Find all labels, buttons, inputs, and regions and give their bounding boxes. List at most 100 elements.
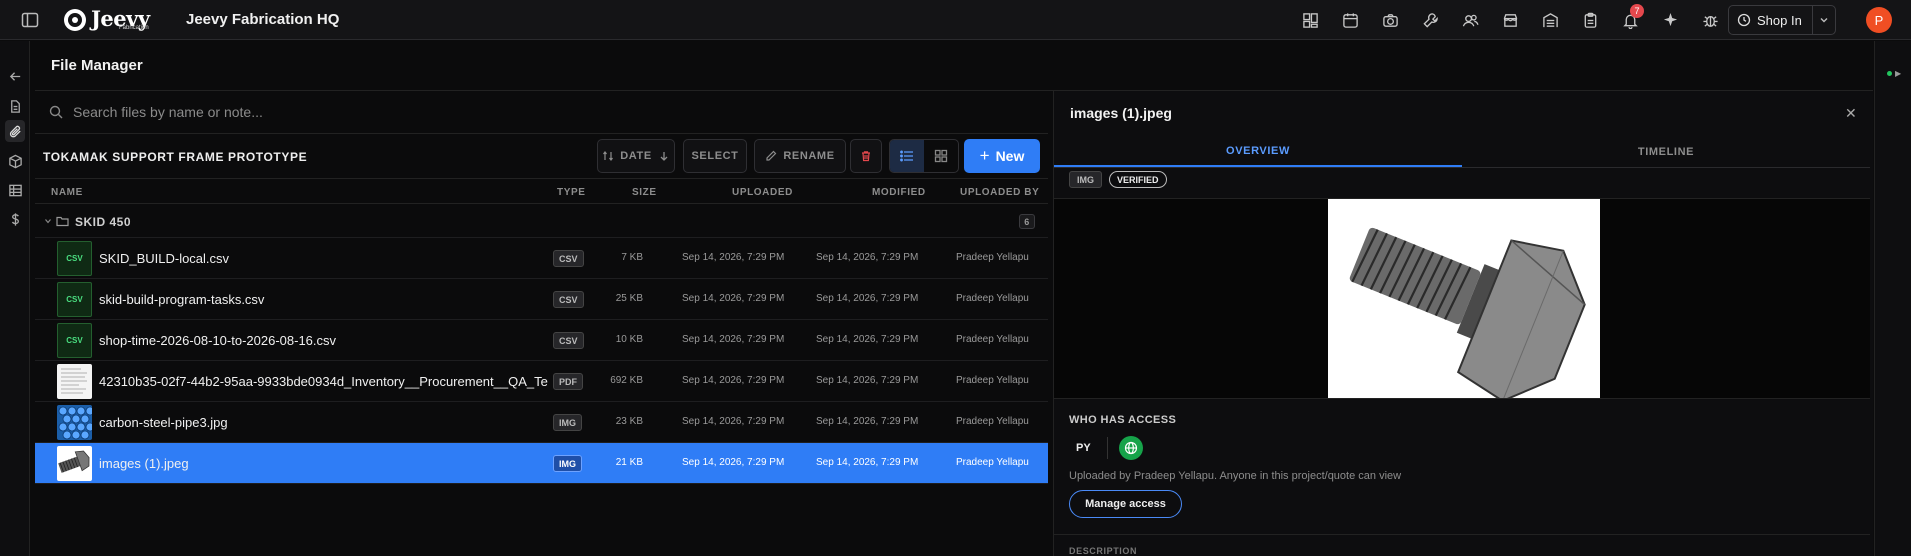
store-icon[interactable]: [1490, 8, 1530, 32]
file-row[interactable]: CSV SKID_BUILD-local.csv CSV 7 KB Sep 14…: [35, 238, 1048, 279]
project-title: TOKAMAK SUPPORT FRAME PROTOTYPE: [43, 150, 308, 164]
sort-icon: [603, 151, 614, 161]
wrench-icon[interactable]: [1410, 8, 1450, 32]
shop-in-main[interactable]: Shop In: [1729, 6, 1813, 34]
document-icon[interactable]: [5, 96, 25, 116]
notification-badge: 7: [1630, 4, 1644, 18]
file-row[interactable]: carbon-steel-pipe3.jpg IMG 23 KB Sep 14,…: [35, 402, 1048, 443]
logo-subtext: Fabrication: [119, 25, 149, 31]
manage-access-button[interactable]: Manage access: [1069, 490, 1182, 518]
search-bar: [35, 91, 1048, 134]
folder-group-row[interactable]: SKID 450 6: [35, 204, 1048, 238]
sort-date-button[interactable]: DATE: [597, 139, 675, 173]
clipboard-icon[interactable]: [1570, 8, 1610, 32]
back-arrow-icon[interactable]: [5, 66, 25, 86]
left-rail: [0, 41, 30, 556]
paperclip-icon[interactable]: [5, 120, 25, 142]
chevron-down-icon[interactable]: [1813, 15, 1835, 25]
divider: [1107, 437, 1108, 459]
column-size[interactable]: SIZE: [632, 187, 657, 198]
file-thumbnail: CSV: [57, 323, 92, 358]
file-row-selected[interactable]: images (1).jpeg IMG 21 KB Sep 14, 2026, …: [35, 443, 1048, 484]
column-uploaded-by[interactable]: UPLOADED BY: [960, 187, 1039, 198]
cube-icon[interactable]: [5, 151, 25, 171]
file-type-badge: IMG: [553, 414, 582, 431]
file-size: 692 KB: [610, 375, 643, 386]
table-header: NAME TYPE SIZE UPLOADED MODIFIED UPLOADE…: [35, 179, 1048, 204]
grid-view-icon[interactable]: [924, 140, 958, 172]
column-uploaded[interactable]: UPLOADED: [732, 187, 793, 198]
list-view-icon[interactable]: [890, 140, 924, 172]
file-row[interactable]: CSV skid-build-program-tasks.csv CSV 25 …: [35, 279, 1048, 320]
file-modified: Sep 14, 2026, 7:29 PM: [816, 375, 919, 386]
expand-triangle-icon[interactable]: ▶: [1895, 69, 1901, 78]
file-name: images (1).jpeg: [99, 456, 189, 471]
file-type-badge: PDF: [553, 373, 583, 390]
calendar-icon[interactable]: [1330, 8, 1370, 32]
column-modified[interactable]: MODIFIED: [872, 187, 926, 198]
file-size: 25 KB: [615, 293, 643, 304]
file-name: shop-time-2026-08-10-to-2026-08-16.csv: [99, 333, 337, 348]
trash-icon: [862, 151, 870, 162]
file-uploaded: Sep 14, 2026, 7:29 PM: [682, 457, 785, 468]
select-label: SELECT: [691, 150, 739, 162]
bolt-image-thumbnail: [57, 446, 92, 481]
sidebar-toggle-icon[interactable]: [20, 10, 40, 30]
close-icon[interactable]: ✕: [1845, 105, 1857, 122]
new-label: New: [995, 148, 1025, 164]
file-uploaded-by: Pradeep Yellapu: [956, 375, 1029, 386]
file-uploaded: Sep 14, 2026, 7:29 PM: [682, 252, 785, 263]
file-type-badge: IMG: [553, 455, 582, 472]
file-modified: Sep 14, 2026, 7:29 PM: [816, 252, 919, 263]
file-modified: Sep 14, 2026, 7:29 PM: [816, 293, 919, 304]
top-icon-bar: 7: [1290, 4, 1730, 32]
file-row[interactable]: CSV shop-time-2026-08-10-to-2026-08-16.c…: [35, 320, 1048, 361]
detail-tabs: OVERVIEW TIMELINE: [1054, 136, 1870, 168]
bug-icon[interactable]: [1690, 8, 1730, 32]
dashboard-icon[interactable]: [1290, 8, 1330, 32]
pipe-image-thumbnail: [57, 405, 92, 440]
rename-label: RENAME: [783, 150, 835, 162]
bolt-image-preview[interactable]: [1328, 199, 1600, 403]
select-button[interactable]: SELECT: [683, 139, 747, 173]
warehouse-icon[interactable]: [1530, 8, 1570, 32]
new-file-button[interactable]: + New: [964, 139, 1040, 173]
image-preview-area: [1054, 198, 1870, 403]
top-bar: Jeevy Fabrication Jeevy Fabrication HQ 7…: [0, 0, 1911, 40]
app-logo[interactable]: Jeevy Fabrication: [62, 5, 150, 35]
chevron-down-icon[interactable]: [44, 217, 52, 225]
delete-button[interactable]: [850, 139, 882, 173]
camera-icon[interactable]: [1370, 8, 1410, 32]
file-name: SKID_BUILD-local.csv: [99, 251, 230, 266]
rename-button[interactable]: RENAME: [754, 139, 846, 173]
pencil-icon: [766, 150, 777, 161]
column-type[interactable]: TYPE: [557, 187, 586, 198]
file-name: 42310b35-02f7-44b2-95aa-9933bde0934d_Inv…: [99, 374, 548, 389]
file-modified: Sep 14, 2026, 7:29 PM: [816, 457, 919, 468]
description-label: DESCRIPTION: [1069, 546, 1138, 556]
bell-icon[interactable]: 7: [1610, 4, 1650, 32]
shop-in-button[interactable]: Shop In: [1728, 5, 1836, 35]
search-icon: [49, 105, 63, 119]
file-row[interactable]: 42310b35-02f7-44b2-95aa-9933bde0934d_Inv…: [35, 361, 1048, 402]
file-chips: IMG VERIFIED: [1069, 171, 1167, 188]
tab-overview[interactable]: OVERVIEW: [1054, 136, 1462, 167]
file-size: 7 KB: [621, 252, 643, 263]
column-name[interactable]: NAME: [51, 187, 83, 198]
folder-icon: [56, 216, 69, 227]
file-uploaded-by: Pradeep Yellapu: [956, 252, 1029, 263]
file-size: 21 KB: [615, 457, 643, 468]
status-dot: [1887, 71, 1892, 76]
right-rail: ▶: [1874, 41, 1911, 556]
tab-timeline[interactable]: TIMELINE: [1462, 136, 1870, 167]
file-name: carbon-steel-pipe3.jpg: [99, 415, 228, 430]
table-icon[interactable]: [5, 180, 25, 200]
search-input[interactable]: [73, 104, 773, 120]
sparkle-icon[interactable]: [1650, 8, 1690, 32]
view-toggle: [889, 139, 959, 173]
page-title: File Manager: [51, 57, 143, 74]
file-manager-header: File Manager: [35, 41, 1873, 91]
user-avatar[interactable]: P: [1866, 7, 1892, 33]
dollar-icon[interactable]: [5, 209, 25, 229]
users-icon[interactable]: [1450, 8, 1490, 32]
